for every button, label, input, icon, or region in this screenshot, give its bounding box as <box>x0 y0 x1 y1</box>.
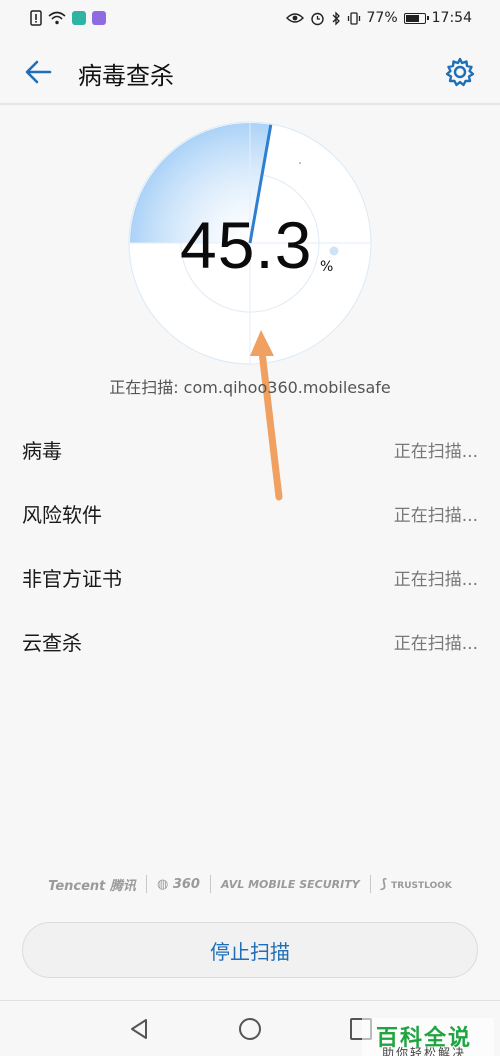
app-icon <box>92 11 106 25</box>
scan-progress-value: 45.3 <box>180 208 313 282</box>
trustlook-logo: ⟆ TRUSTLOOK <box>380 876 452 892</box>
arrow-left-icon[interactable] <box>20 54 56 90</box>
battery-fill <box>405 15 419 22</box>
scan-item-cloud-scan: 云查杀 正在扫描... <box>0 607 500 671</box>
stop-scan-button[interactable]: 停止扫描 <box>22 922 478 978</box>
nav-home-icon[interactable] <box>238 1017 262 1041</box>
clock: 17:54 <box>431 10 472 26</box>
q360-logo: ◍ 360 <box>156 876 200 892</box>
wifi-icon <box>48 11 66 25</box>
bluetooth-icon <box>332 10 340 26</box>
scan-item-risky-software: 风险软件 正在扫描... <box>0 479 500 543</box>
scan-item-label: 风险软件 <box>22 503 102 527</box>
alarm-icon <box>310 12 324 25</box>
radar-blip-small <box>299 162 301 164</box>
scan-item-label: 病毒 <box>22 439 62 463</box>
scan-item-status: 正在扫描... <box>393 506 478 526</box>
scan-item-status: 正在扫描... <box>393 570 478 590</box>
gear-icon[interactable] <box>444 56 476 88</box>
current-scan-path: 正在扫描: com.qihoo360.mobilesafe <box>109 378 391 397</box>
scan-item-status: 正在扫描... <box>393 442 478 462</box>
app-bar: 病毒查杀 <box>0 38 500 104</box>
scan-item-label: 云查杀 <box>22 631 82 655</box>
sim-icon <box>72 11 86 25</box>
eye-icon <box>285 13 304 23</box>
scan-progress-unit: % <box>320 259 334 275</box>
logo-divider <box>145 875 147 893</box>
status-bar: 77% 17:54 <box>0 0 500 38</box>
scan-item-list: 病毒 正在扫描... 风险软件 正在扫描... 非官方证书 正在扫描... 云查… <box>0 415 500 671</box>
battery-icon <box>403 13 429 24</box>
battery-percent: 77% <box>366 10 398 26</box>
vibrate-icon <box>347 11 360 25</box>
logo-divider <box>369 875 371 893</box>
scan-item-status: 正在扫描... <box>393 634 478 654</box>
nav-back-icon[interactable] <box>127 1017 151 1041</box>
status-right-icons: 77% 17:54 <box>285 9 472 27</box>
watermark-subtitle: 助你轻松解决 <box>382 1046 467 1056</box>
logo-divider <box>209 875 211 893</box>
partner-logos: Tencent 腾讯 ◍ 360 AVL MOBILE SECURITY ⟆ T… <box>0 872 500 896</box>
scan-item-label: 非官方证书 <box>22 567 122 591</box>
page-title: 病毒查杀 <box>78 62 174 90</box>
status-left-icons <box>30 10 106 26</box>
scan-item-virus: 病毒 正在扫描... <box>0 415 500 479</box>
scan-item-unofficial-cert: 非官方证书 正在扫描... <box>0 543 500 607</box>
radar-blip-large <box>329 246 339 256</box>
avl-logo: AVL MOBILE SECURITY <box>220 877 360 891</box>
alert-icon <box>30 10 42 26</box>
tencent-logo: Tencent 腾讯 <box>48 878 136 894</box>
watermark: 百科全说 助你轻松解决 <box>362 1018 494 1056</box>
